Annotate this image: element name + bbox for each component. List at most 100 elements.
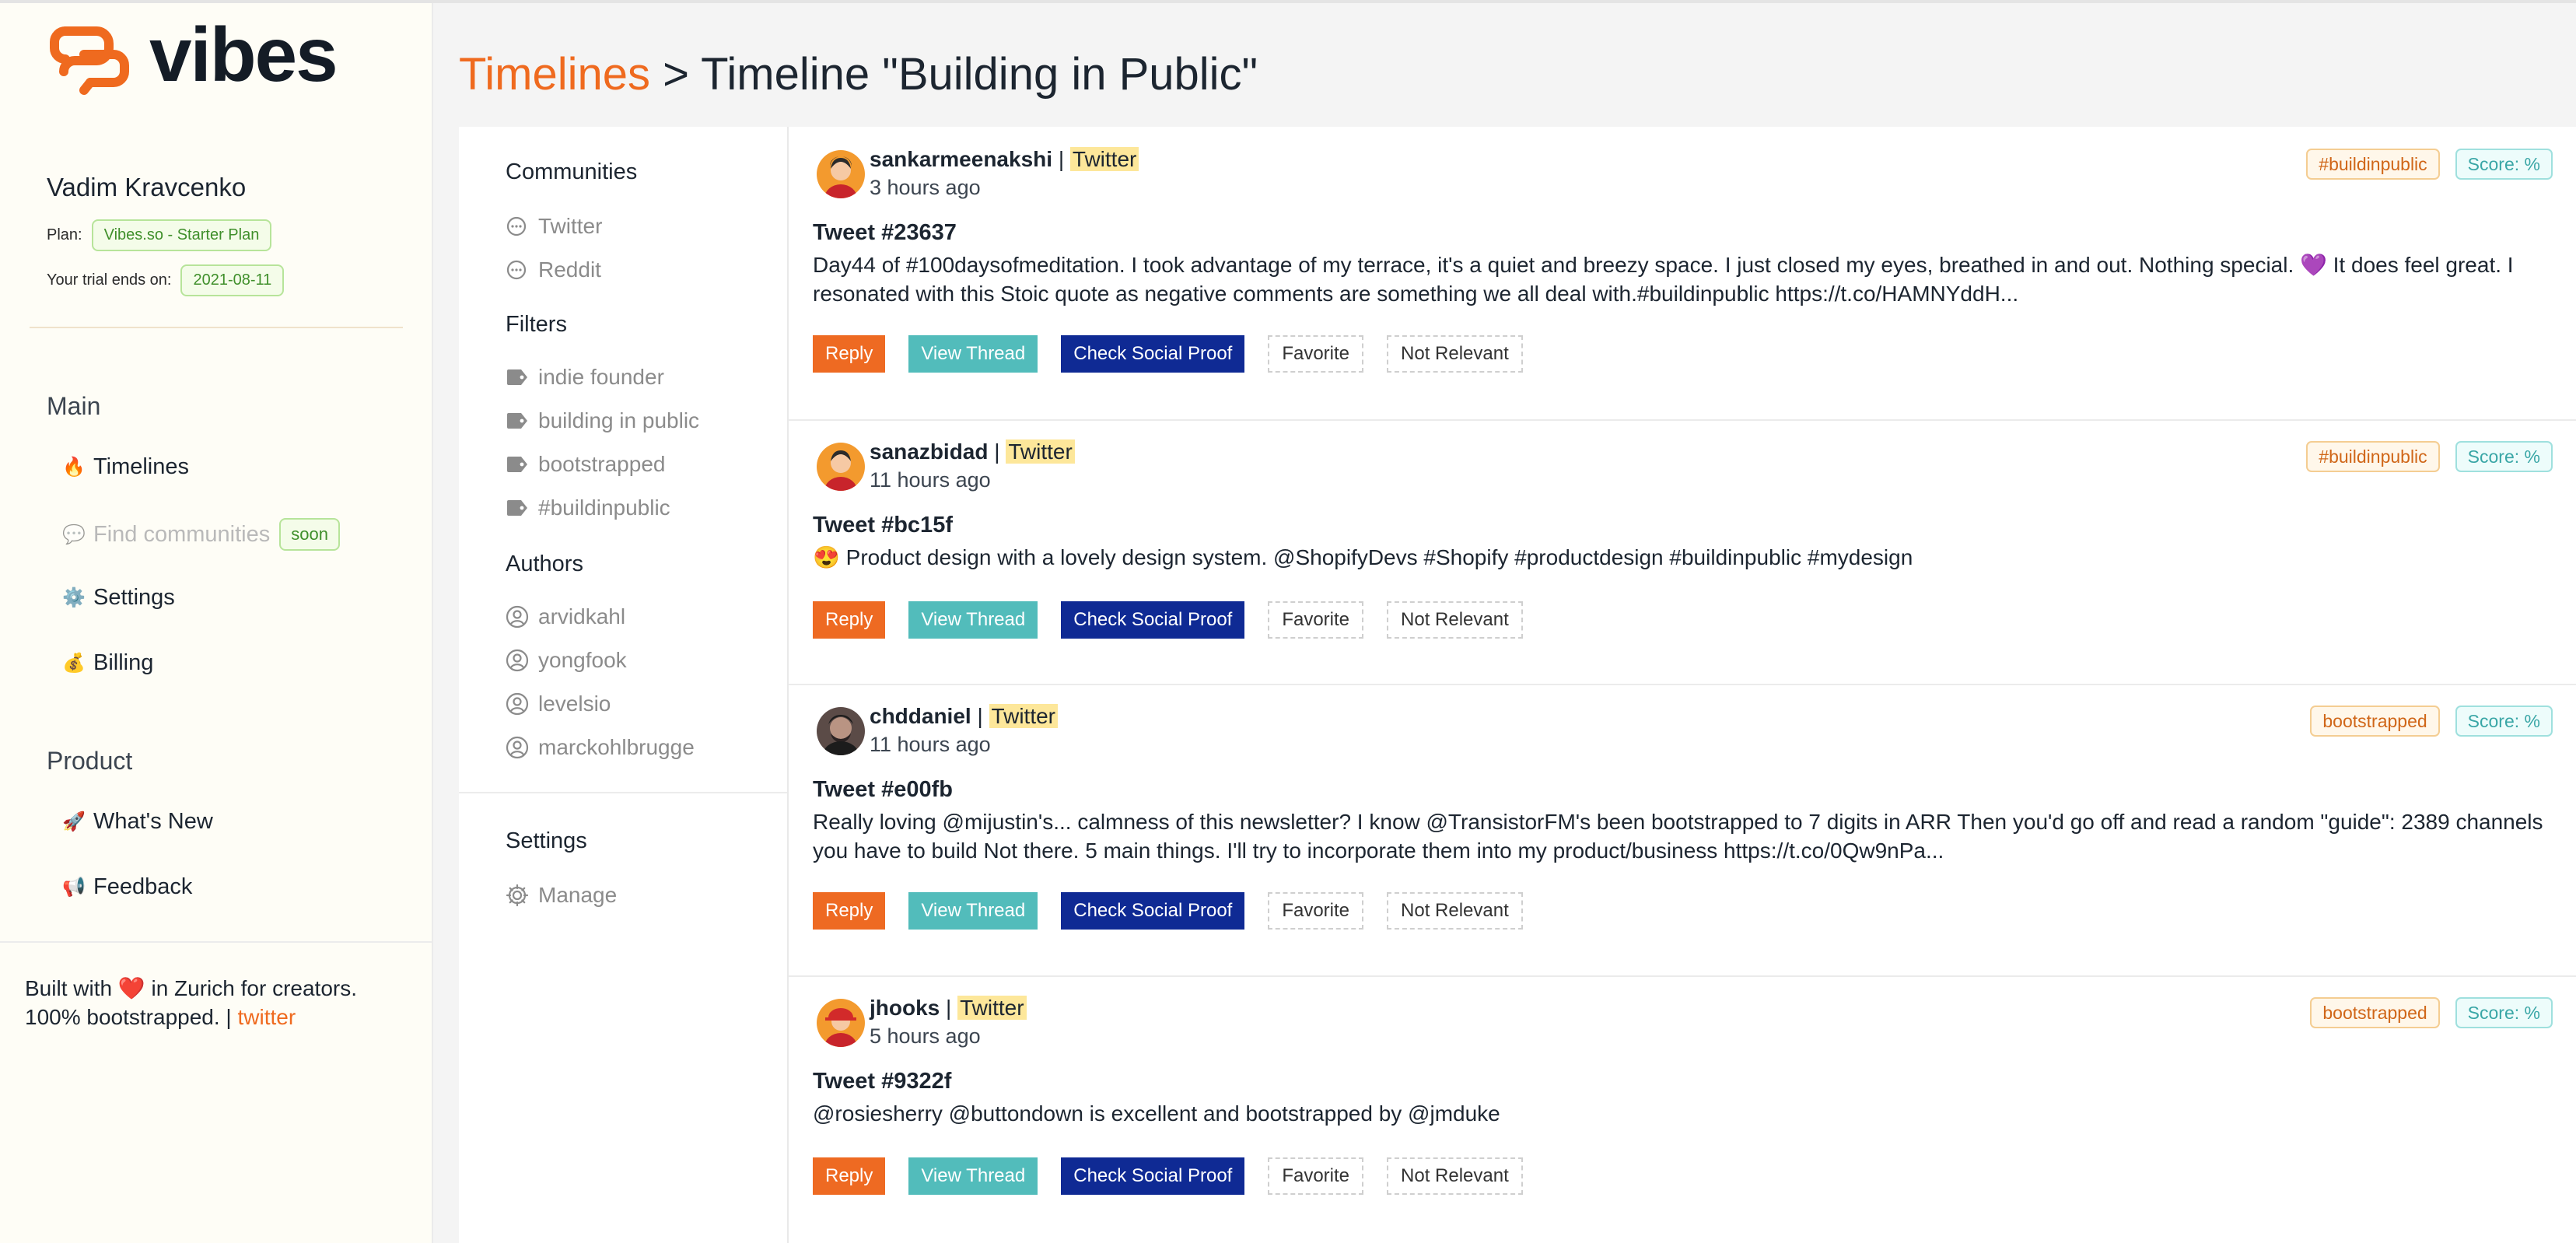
author-label: arvidkahl <box>538 604 626 629</box>
nav-settings[interactable]: ⚙️ Settings <box>62 585 175 611</box>
plan-badge: Vibes.so - Starter Plan <box>91 219 272 251</box>
score-badge: Score: % <box>2455 149 2553 180</box>
filter-item[interactable]: bootstrapped <box>506 452 665 477</box>
platform-badge: Twitter <box>989 704 1059 728</box>
filter-item[interactable]: building in public <box>506 408 699 433</box>
tweet-body: 😍 Product design with a lovely design sy… <box>813 545 1913 569</box>
divider <box>30 327 403 328</box>
main-section-title: Main <box>47 392 101 420</box>
author-item[interactable]: arvidkahl <box>506 604 625 629</box>
nav-whats-new[interactable]: 🚀 What's New <box>62 809 213 835</box>
avatar[interactable] <box>817 999 865 1047</box>
avatar[interactable] <box>817 150 865 198</box>
footer-text: 100% bootstrapped. | <box>25 1005 232 1029</box>
nav-label: Settings <box>93 585 175 610</box>
plan-label: Plan: <box>47 226 82 243</box>
gear-icon: ⚙️ <box>62 587 86 608</box>
check-social-proof-button[interactable]: Check Social Proof <box>1061 892 1245 930</box>
view-thread-button[interactable]: View Thread <box>908 601 1038 639</box>
product-section-title: Product <box>47 747 133 775</box>
reply-button[interactable]: Reply <box>813 1157 886 1195</box>
avatar[interactable] <box>817 707 865 755</box>
platform-badge: Twitter <box>1069 147 1139 171</box>
user-name: Vadim Kravcenko <box>47 173 247 201</box>
filter-label: indie founder <box>538 365 664 389</box>
check-social-proof-button[interactable]: Check Social Proof <box>1061 601 1245 639</box>
tweet-card: sankarmeenakshi | Twitter 3 hours ago #b… <box>789 127 2576 421</box>
filter-item[interactable]: #buildinpublic <box>506 495 670 520</box>
footer: Built with ❤️ in Zurich for creators. 10… <box>25 974 357 1031</box>
author-line: sankarmeenakshi | Twitter <box>870 147 1139 172</box>
reply-button[interactable]: Reply <box>813 892 886 930</box>
user-circle-icon <box>506 605 538 629</box>
speech-bubble-icon: 💬 <box>62 523 86 545</box>
soon-badge: soon <box>279 518 340 551</box>
not-relevant-button[interactable]: Not Relevant <box>1387 892 1523 930</box>
heart-icon: ❤️ <box>117 976 145 1000</box>
fire-icon: 🔥 <box>62 457 86 478</box>
author-item[interactable]: yongfook <box>506 648 627 673</box>
tweet-title: Tweet #9322f <box>813 1069 952 1094</box>
user-circle-icon <box>506 649 538 672</box>
vibes-logo-icon <box>50 26 129 95</box>
topic-tag: bootstrapped <box>2310 706 2440 737</box>
tweet-body: @rosiesherry @buttondown is excellent an… <box>813 1101 1500 1126</box>
avatar[interactable] <box>817 443 865 491</box>
twitter-link[interactable]: twitter <box>237 1005 296 1029</box>
reply-button[interactable]: Reply <box>813 335 886 373</box>
footer-text: Built with <box>25 976 113 1000</box>
author-item[interactable]: levelsio <box>506 692 611 716</box>
tweet-actions: Reply View Thread Check Social Proof Fav… <box>813 601 1546 639</box>
author-name[interactable]: chddaniel <box>870 704 971 728</box>
tweet-actions: Reply View Thread Check Social Proof Fav… <box>813 335 1546 373</box>
separator: | <box>977 704 983 728</box>
author-item[interactable]: marckohlbrugge <box>506 735 695 760</box>
filter-label: building in public <box>538 408 700 432</box>
not-relevant-button[interactable]: Not Relevant <box>1387 335 1523 373</box>
nav-feedback[interactable]: 📢 Feedback <box>62 874 192 900</box>
plan-row: Plan: Vibes.so - Starter Plan <box>47 219 272 251</box>
reply-button[interactable]: Reply <box>813 601 886 639</box>
nav-label: What's New <box>93 809 213 834</box>
author-name[interactable]: jhooks <box>870 996 940 1020</box>
nav-billing[interactable]: 💰 Billing <box>62 650 153 676</box>
topic-tag: #buildinpublic <box>2306 149 2440 180</box>
tag-icon <box>506 412 538 429</box>
not-relevant-button[interactable]: Not Relevant <box>1387 601 1523 639</box>
communities-title: Communities <box>506 159 638 184</box>
nav-timelines[interactable]: 🔥 Timelines <box>62 454 189 480</box>
breadcrumb-timelines[interactable]: Timelines <box>459 49 650 100</box>
trial-row: Your trial ends on: 2021-08-11 <box>47 264 285 296</box>
topic-tag: bootstrapped <box>2310 997 2440 1028</box>
author-label: levelsio <box>538 692 611 716</box>
view-thread-button[interactable]: View Thread <box>908 892 1038 930</box>
favorite-button[interactable]: Favorite <box>1268 1157 1364 1195</box>
tweet-body: Really loving @mijustin's... calmness of… <box>813 810 2543 863</box>
filter-item[interactable]: indie founder <box>506 365 664 390</box>
community-label: Twitter <box>538 214 603 238</box>
favorite-button[interactable]: Favorite <box>1268 892 1364 930</box>
check-social-proof-button[interactable]: Check Social Proof <box>1061 335 1245 373</box>
view-thread-button[interactable]: View Thread <box>908 1157 1038 1195</box>
author-name[interactable]: sanazbidad <box>870 439 988 464</box>
author-line: chddaniel | Twitter <box>870 704 1059 729</box>
view-thread-button[interactable]: View Thread <box>908 335 1038 373</box>
score-badge: Score: % <box>2455 706 2553 737</box>
filters-title: Filters <box>506 312 567 337</box>
community-label: Reddit <box>538 257 601 282</box>
not-relevant-button[interactable]: Not Relevant <box>1387 1157 1523 1195</box>
author-name[interactable]: sankarmeenakshi <box>870 147 1052 171</box>
community-reddit[interactable]: Reddit <box>506 257 601 282</box>
timestamp: 11 hours ago <box>870 468 991 492</box>
logo[interactable]: vibes <box>48 16 338 95</box>
manage-link[interactable]: Manage <box>506 883 617 908</box>
favorite-button[interactable]: Favorite <box>1268 601 1364 639</box>
tweet-actions: Reply View Thread Check Social Proof Fav… <box>813 1157 1546 1195</box>
score-badge: Score: % <box>2455 997 2553 1028</box>
check-social-proof-button[interactable]: Check Social Proof <box>1061 1157 1245 1195</box>
favorite-button[interactable]: Favorite <box>1268 335 1364 373</box>
logo-text: vibes <box>149 12 338 97</box>
gear-icon <box>506 884 538 907</box>
community-twitter[interactable]: Twitter <box>506 214 602 239</box>
tweet-tags: #buildinpublic Score: % <box>2291 441 2553 472</box>
